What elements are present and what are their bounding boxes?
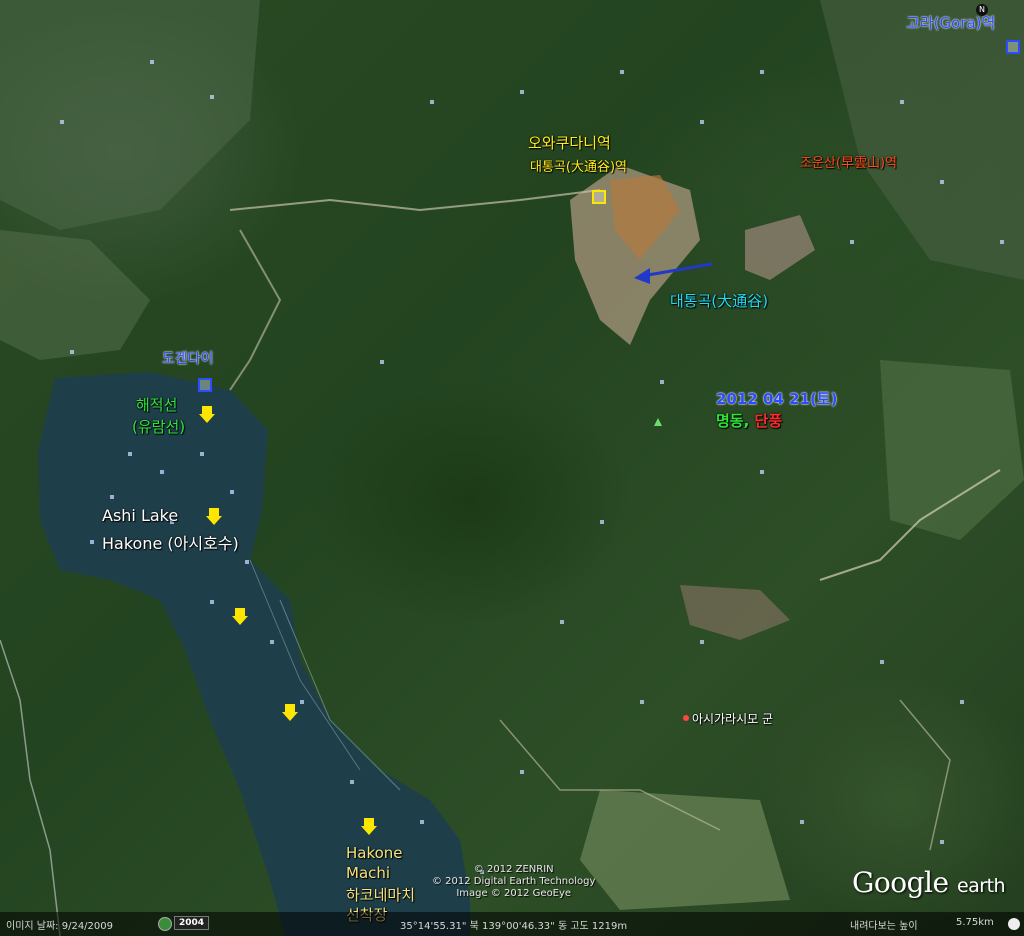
hakone-machi-label-3: 하코네마치 (346, 886, 416, 904)
owakudani-station-marker[interactable] (592, 190, 606, 204)
ashi-lake-label: Ashi Lake (102, 506, 179, 525)
google-earth-logo: Google earth (852, 866, 1006, 899)
coordinates-readout: 35°14'55.31" 북 139°00'46.33" 동 고도 1219m (400, 921, 628, 932)
logo-main: Google (852, 866, 949, 899)
attribution-line: © 2012 Digital Earth Technology (432, 876, 596, 887)
terrain-layer (0, 0, 1024, 936)
date-label: 2012 04 21(토) (716, 390, 838, 408)
satellite-map[interactable]: 고라(Gora)역 오와쿠다니역 대통곡(大通谷)역 조운산(早雲山)역 대통곡… (0, 0, 1024, 936)
year-badge[interactable]: 2004 (174, 916, 210, 930)
logo-sub: earth (956, 875, 1006, 897)
owakudani-station-label: 오와쿠다니역 (528, 134, 611, 152)
pirate-ship-label: 해적선 (136, 396, 178, 414)
date-subtitle: 명동, 단풍 (716, 410, 782, 431)
hakone-machi-label: Hakone (346, 844, 403, 862)
status-bar: 이미지 날짜: 9/24/2009 2004 35°14'55.31" 북 13… (0, 912, 1024, 936)
eye-altitude-label: 내려다보는 높이 (850, 921, 918, 932)
eye-altitude-value: 5.75km (956, 917, 994, 928)
historical-imagery-icon[interactable] (158, 917, 172, 931)
north-indicator-icon[interactable]: N (976, 4, 988, 16)
compass-icon[interactable] (1008, 918, 1020, 930)
date-subtitle-red: 단풍 (754, 412, 783, 430)
owakudani-station-kanji-label: 대통곡(大通谷)역 (530, 160, 627, 175)
owakudani-valley-label: 대통곡(大通谷) (670, 292, 769, 310)
attribution: © 2012 ZENRIN © 2012 Digital Earth Techn… (432, 864, 595, 900)
hakone-machi-label-2: Machi (346, 864, 391, 882)
attribution-line: Image © 2012 GeoEye (456, 888, 572, 899)
gora-station-marker[interactable] (1006, 40, 1020, 54)
pirate-ship-sub-label: (유람선) (132, 418, 186, 436)
togendai-label: 도겐다이 (162, 351, 214, 367)
ashigara-label: 아시가라시모 군 (692, 712, 774, 726)
ashi-lake-sub-label: Hakone (아시호수) (102, 534, 239, 553)
date-subtitle-green: 명동, (716, 412, 755, 430)
attribution-line: © 2012 ZENRIN (473, 864, 554, 875)
soun-station-label: 조운산(早雲山)역 (800, 156, 897, 171)
imagery-date: 이미지 날짜: 9/24/2009 (6, 921, 114, 932)
togendai-station-marker[interactable] (198, 378, 212, 392)
